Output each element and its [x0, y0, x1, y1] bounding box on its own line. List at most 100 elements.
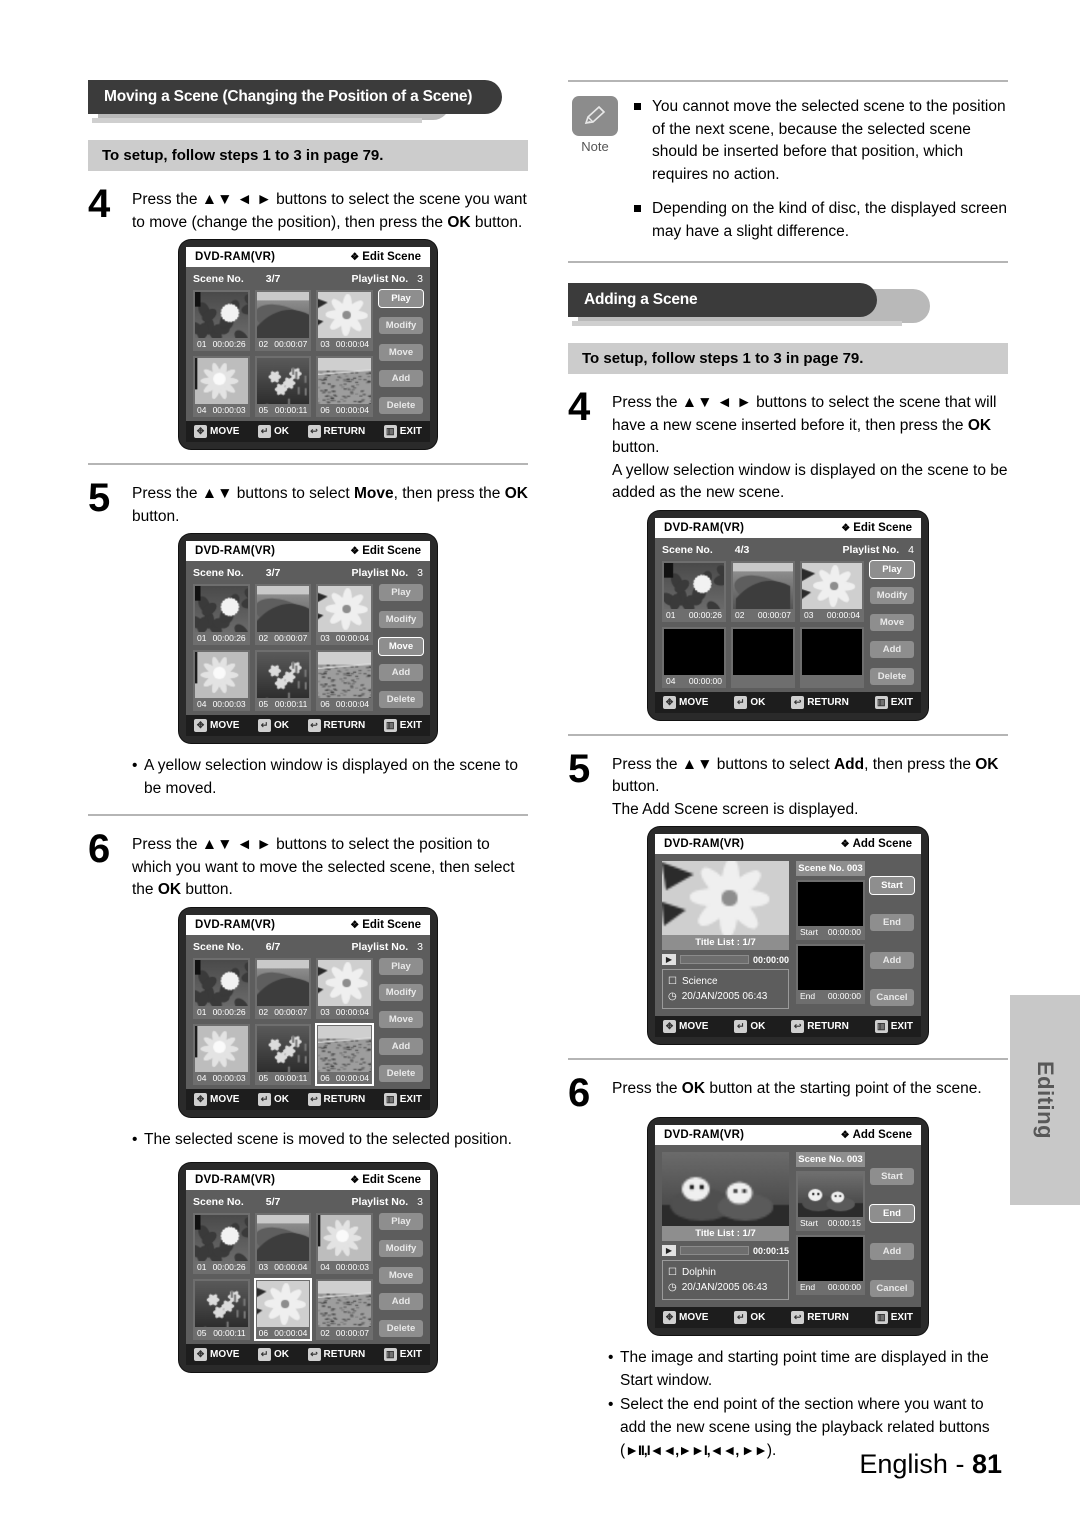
osd-key-exit[interactable]: ▥ EXIT	[875, 696, 913, 709]
scene-thumb-cell[interactable]: 04 00:00:03	[193, 1024, 250, 1085]
osd-button-modify[interactable]: Modify	[379, 984, 423, 1001]
osd-key-exit[interactable]: ▥ EXIT	[384, 425, 422, 438]
scene-thumb-cell[interactable]: 02 00:00:07	[316, 1279, 373, 1340]
play-icon[interactable]: ▶	[662, 1245, 676, 1256]
osd-key-move[interactable]: ✥ MOVE	[663, 696, 708, 709]
osd-key-exit[interactable]: ▥ EXIT	[384, 1348, 422, 1361]
osd-key-return[interactable]: ↩ RETURN	[308, 719, 366, 732]
scene-caption: 05 00:00:11	[257, 1072, 310, 1085]
osd-button-move[interactable]: Move	[379, 1011, 423, 1028]
scene-thumb-cell[interactable]: 03 00:00:04	[255, 1213, 312, 1274]
scene-thumb-cell[interactable]: 02 00:00:07	[731, 561, 795, 622]
scene-thumb-cell[interactable]: 01 00:00:26	[193, 290, 250, 351]
scene-thumb-cell[interactable]: 06 00:00:04	[316, 356, 373, 417]
osd-button-add[interactable]: Add	[379, 1038, 423, 1055]
osd-key-return[interactable]: ↩ RETURN	[791, 696, 849, 709]
osd-key-exit[interactable]: ▥ EXIT	[875, 1020, 913, 1033]
osd-key-ok[interactable]: ↵ OK	[734, 1020, 765, 1033]
scene-thumb-cell[interactable]: 01 00:00:26	[193, 958, 250, 1019]
osd-key-exit[interactable]: ▥ EXIT	[384, 1093, 422, 1106]
osd-button-modify[interactable]: Modify	[379, 611, 423, 628]
osd-button-modify[interactable]: Modify	[870, 587, 914, 604]
osd-key-return[interactable]: ↩ RETURN	[308, 1093, 366, 1106]
osd-key-exit[interactable]: ▥ EXIT	[384, 719, 422, 732]
add-scene-button-start[interactable]: Start	[870, 1168, 914, 1185]
start-marker-box: Start 00:00:00	[796, 880, 865, 940]
osd-key-move[interactable]: ✥ MOVE	[194, 1093, 239, 1106]
scene-thumb-cell[interactable]: 01 00:00:26	[193, 584, 250, 645]
add-scene-button-cancel[interactable]: Cancel	[870, 989, 914, 1006]
osd-side-buttons: Play Modify Move Add Delete	[379, 958, 423, 1085]
osd-button-move[interactable]: Move	[379, 344, 423, 361]
play-icon[interactable]: ▶	[662, 954, 676, 965]
scene-thumb-cell[interactable]: 02 00:00:07	[255, 958, 312, 1019]
scene-thumb-cell[interactable]: 03 00:00:04	[316, 958, 373, 1019]
scene-thumb-cell[interactable]	[800, 627, 864, 688]
osd-button-play[interactable]: Play	[379, 584, 423, 601]
osd-key-ok[interactable]: ↵ OK	[734, 696, 765, 709]
osd-key-ok[interactable]: ↵ OK	[258, 1348, 289, 1361]
osd-key-return[interactable]: ↩ RETURN	[791, 1020, 849, 1033]
scene-thumb-cell[interactable]: 05 00:00:11	[255, 650, 312, 711]
seek-bar[interactable]	[680, 1246, 749, 1255]
scene-thumb-cell[interactable]: 02 00:00:07	[255, 584, 312, 645]
scene-thumb-cell[interactable]: 04 00:00:03	[316, 1213, 373, 1274]
osd-button-delete[interactable]: Delete	[379, 691, 423, 708]
osd-key-ok[interactable]: ↵ OK	[258, 1093, 289, 1106]
osd-key-return[interactable]: ↩ RETURN	[308, 425, 366, 438]
osd-button-play[interactable]: Play	[870, 561, 914, 578]
scene-thumb-cell[interactable]: 02 00:00:07	[255, 290, 312, 351]
osd-key-ok[interactable]: ↵ OK	[258, 719, 289, 732]
osd-key-move[interactable]: ✥ MOVE	[663, 1311, 708, 1324]
scene-thumb-cell[interactable]	[731, 627, 795, 688]
osd-key-move[interactable]: ✥ MOVE	[194, 1348, 239, 1361]
scene-thumb-cell[interactable]: 04 00:00:03	[193, 650, 250, 711]
osd-button-move[interactable]: Move	[379, 1267, 423, 1284]
osd-key-exit[interactable]: ▥ EXIT	[875, 1311, 913, 1324]
osd-button-delete[interactable]: Delete	[379, 397, 423, 414]
osd-key-return[interactable]: ↩ RETURN	[791, 1311, 849, 1324]
osd-button-delete[interactable]: Delete	[870, 668, 914, 685]
seek-bar[interactable]	[680, 955, 749, 964]
scene-thumb-cell[interactable]: 05 00:00:11	[255, 356, 312, 417]
scene-thumb-cell[interactable]: 03 00:00:04	[800, 561, 864, 622]
add-scene-button-cancel[interactable]: Cancel	[870, 1280, 914, 1297]
osd-button-move[interactable]: Move	[870, 614, 914, 631]
scene-thumb-cell[interactable]: 04 00:00:03	[193, 356, 250, 417]
scene-thumb-cell[interactable]: 06 00:00:04	[316, 1024, 373, 1085]
add-scene-button-end[interactable]: End	[870, 1205, 914, 1222]
osd-button-add[interactable]: Add	[379, 664, 423, 681]
osd-button-add[interactable]: Add	[379, 370, 423, 387]
osd-key-ok[interactable]: ↵ OK	[734, 1311, 765, 1324]
osd-button-delete[interactable]: Delete	[379, 1320, 423, 1337]
scene-thumb-cell[interactable]: 01 00:00:26	[193, 1213, 250, 1274]
osd-button-play[interactable]: Play	[379, 290, 423, 307]
osd-titlebar: DVD-RAM(VR) ❖ Edit Scene	[186, 247, 430, 267]
scene-caption: 02 00:00:07	[733, 609, 793, 622]
osd-key-move[interactable]: ✥ MOVE	[194, 719, 239, 732]
osd-button-move[interactable]: Move	[379, 638, 423, 655]
osd-button-play[interactable]: Play	[379, 1213, 423, 1230]
add-scene-button-add[interactable]: Add	[870, 952, 914, 969]
add-scene-button-add[interactable]: Add	[870, 1243, 914, 1260]
osd-button-modify[interactable]: Modify	[379, 1240, 423, 1257]
scene-thumb-cell[interactable]: 06 00:00:04	[255, 1279, 312, 1340]
osd-button-delete[interactable]: Delete	[379, 1065, 423, 1082]
scene-thumb-cell[interactable]: 01 00:00:26	[662, 561, 726, 622]
osd-key-move[interactable]: ✥ MOVE	[194, 425, 239, 438]
osd-key-move[interactable]: ✥ MOVE	[663, 1020, 708, 1033]
osd-button-add[interactable]: Add	[870, 641, 914, 658]
add-scene-button-start[interactable]: Start	[870, 877, 914, 894]
osd-button-add[interactable]: Add	[379, 1293, 423, 1310]
osd-key-ok[interactable]: ↵ OK	[258, 425, 289, 438]
add-scene-button-end[interactable]: End	[870, 914, 914, 931]
scene-thumb-cell[interactable]: 03 00:00:04	[316, 290, 373, 351]
scene-thumb-cell[interactable]: 06 00:00:04	[316, 650, 373, 711]
scene-thumb-cell[interactable]: 05 00:00:11	[255, 1024, 312, 1085]
scene-thumb-cell[interactable]: 03 00:00:04	[316, 584, 373, 645]
scene-thumb-cell[interactable]: 04 00:00:00	[662, 627, 726, 688]
osd-button-play[interactable]: Play	[379, 958, 423, 975]
osd-key-return[interactable]: ↩ RETURN	[308, 1348, 366, 1361]
scene-thumb-cell[interactable]: 05 00:00:11	[193, 1279, 250, 1340]
osd-button-modify[interactable]: Modify	[379, 317, 423, 334]
